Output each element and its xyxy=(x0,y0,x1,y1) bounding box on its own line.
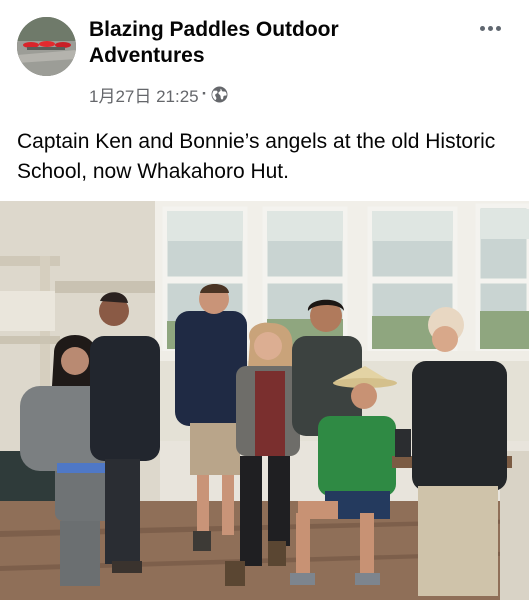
more-options-icon[interactable] xyxy=(475,16,505,40)
post-timestamp[interactable]: 1月27日 21:25 xyxy=(89,82,199,107)
post-header: Blazing Paddles Outdoor Adventures 1月27日… xyxy=(0,0,529,112)
facebook-post: Blazing Paddles Outdoor Adventures 1月27日… xyxy=(0,0,529,600)
post-caption: Captain Ken and Bonnie’s angels at the o… xyxy=(17,130,496,183)
meta-separator: · xyxy=(201,84,208,103)
globe-icon[interactable] xyxy=(211,86,228,103)
kayaks-thumbnail-image xyxy=(17,17,76,76)
page-avatar[interactable] xyxy=(17,17,76,76)
group-photo-image xyxy=(0,201,529,600)
post-photo[interactable] xyxy=(0,201,529,600)
page-name-link[interactable]: Blazing Paddles Outdoor Adventures xyxy=(89,17,419,69)
post-meta: 1月27日 21:25 · xyxy=(89,82,228,107)
